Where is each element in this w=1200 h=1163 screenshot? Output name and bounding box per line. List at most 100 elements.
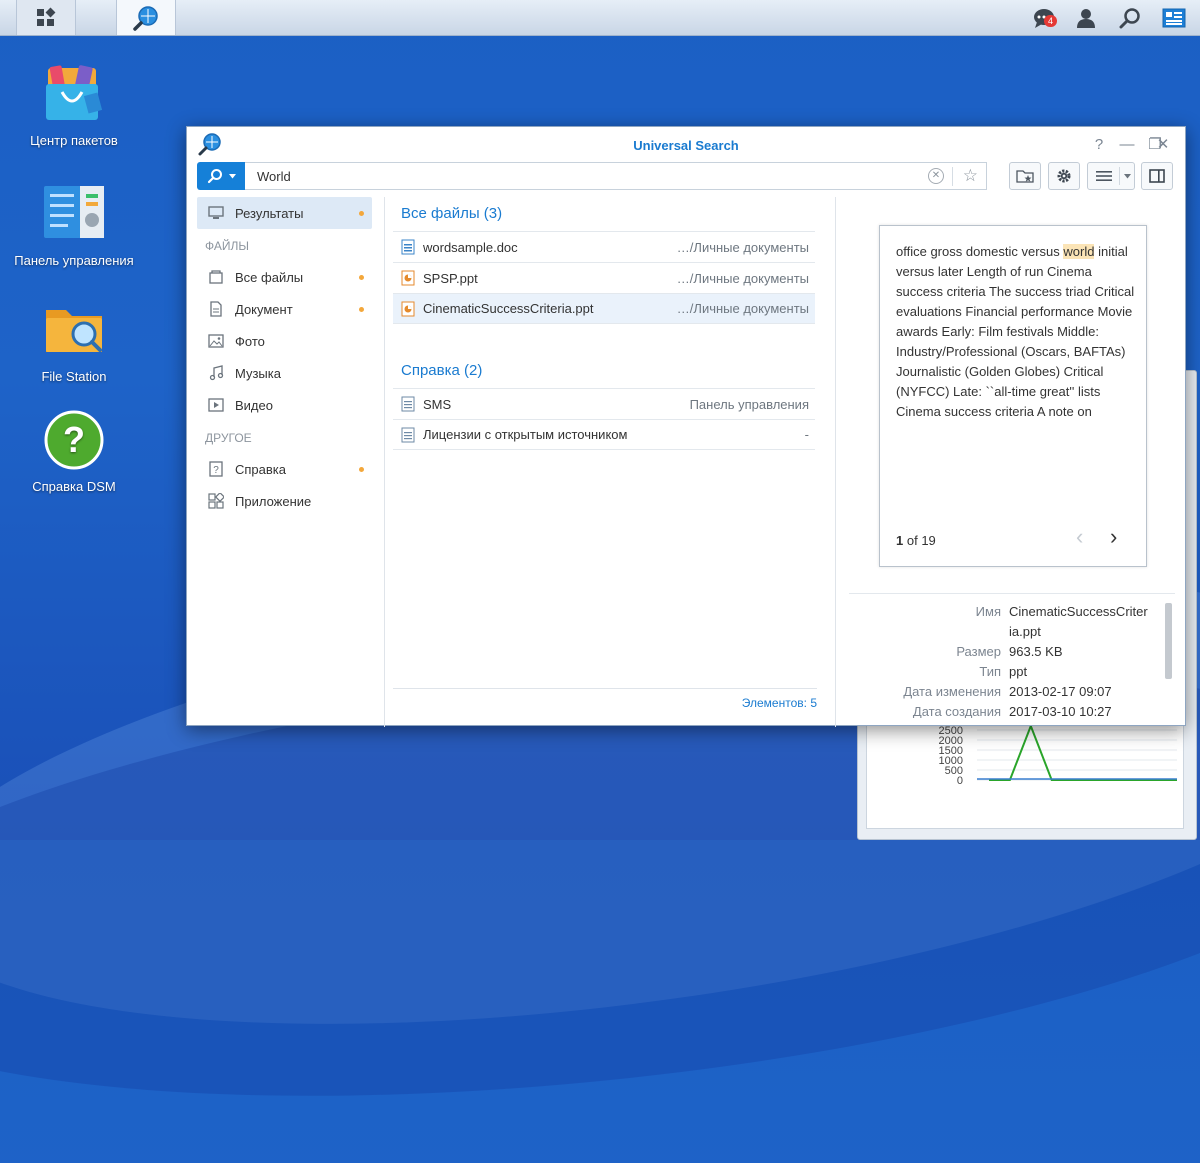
desktop-icon-package-center[interactable]: Центр пакетов — [0, 62, 148, 149]
gear-icon — [1057, 169, 1071, 183]
grid-menu-icon — [37, 7, 56, 26]
chevron-down-icon — [1124, 174, 1131, 179]
nav-label: Документ — [235, 301, 293, 317]
result-location: - — [804, 427, 809, 442]
property-row: Тип ppt — [849, 662, 1169, 682]
saved-searches-button[interactable] — [1009, 162, 1041, 190]
search-button[interactable] — [1110, 0, 1150, 35]
close-button[interactable]: ✕ — [1153, 135, 1173, 155]
result-row[interactable]: Лицензии с открытым источником - — [393, 419, 815, 450]
property-row: Размер 963.5 KB — [849, 642, 1169, 662]
user-button[interactable] — [1066, 0, 1106, 35]
main-menu-button[interactable] — [16, 0, 76, 35]
properties-scrollbar[interactable] — [1165, 603, 1172, 679]
property-value: 2013-02-17 09:07 — [1009, 684, 1112, 699]
widgets-button[interactable] — [1154, 0, 1194, 35]
widget-panel-icon — [1162, 8, 1186, 27]
minimize-button[interactable]: — — [1117, 135, 1137, 155]
nav-label: Приложение — [235, 493, 312, 509]
window-titlebar[interactable]: Universal Search ? — ❐ ✕ — [187, 127, 1185, 163]
view-menu-button[interactable] — [1087, 162, 1135, 190]
prev-page-button[interactable]: ‹ — [1076, 524, 1083, 550]
monitor-icon — [207, 204, 225, 222]
result-name: SMS — [423, 396, 452, 412]
nav-label: Фото — [235, 333, 265, 349]
help-button[interactable]: ? — [1089, 135, 1109, 155]
section-title-files[interactable]: Все файлы (3) — [393, 197, 815, 231]
property-row: Дата изменения 2013-02-17 09:07 — [849, 682, 1169, 702]
close-icon: ✕ — [1156, 136, 1170, 153]
files-icon — [207, 268, 225, 286]
nav-document[interactable]: Документ — [197, 293, 372, 325]
notifications-button[interactable]: 4 — [1024, 0, 1064, 35]
preview-text: office gross domestic versus world initi… — [896, 242, 1136, 422]
taskbar-universal-search-button[interactable] — [116, 0, 176, 35]
nav-photo[interactable]: Фото — [197, 325, 372, 357]
nav-results[interactable]: Результаты — [197, 197, 372, 229]
control-panel-icon — [44, 186, 104, 238]
property-key: Размер — [956, 644, 1001, 659]
desktop-icon-dsm-help[interactable]: ? Справка DSM — [0, 408, 148, 495]
settings-button[interactable] — [1048, 162, 1080, 190]
section-title-help[interactable]: Справка (2) — [393, 354, 815, 388]
universal-search-window: Universal Search ? — ❐ ✕ ✕ ☆ — [186, 126, 1186, 727]
toggle-preview-button[interactable] — [1141, 162, 1173, 190]
property-value: ppt — [1009, 664, 1028, 679]
new-results-dot — [359, 307, 364, 312]
property-row: Дата создания 2017-03-10 10:27 — [849, 702, 1169, 718]
result-name: SPSP.ppt — [423, 270, 478, 286]
svg-text:?: ? — [213, 465, 219, 476]
help-page-icon — [401, 396, 415, 412]
shopping-bag-icon — [46, 65, 103, 120]
user-icon — [1077, 8, 1095, 28]
nav-divider — [384, 197, 385, 727]
search-field: ✕ ☆ — [245, 162, 987, 190]
result-location: …/Личные документы — [676, 270, 809, 286]
nav-all-files[interactable]: Все файлы — [197, 261, 372, 293]
desktop-icon-label: Справка DSM — [32, 479, 116, 494]
folder-search-icon — [46, 310, 102, 352]
video-icon — [207, 396, 225, 414]
search-scope-button[interactable] — [197, 162, 245, 190]
nav-label: Все файлы — [235, 269, 304, 285]
file-results-list: wordsample.doc …/Личные документы SPSP.p… — [393, 231, 815, 324]
nav-section-files: ФАЙЛЫ — [205, 239, 249, 253]
photo-icon — [207, 332, 225, 350]
nav-help[interactable]: ? Справка — [197, 453, 372, 485]
result-name: wordsample.doc — [423, 239, 518, 255]
property-value: CinematicSuccessCriteria.ppt — [1009, 604, 1148, 639]
next-page-button[interactable]: › — [1110, 524, 1117, 550]
help-page-icon — [401, 427, 415, 442]
desktop-icon-file-station[interactable]: File Station — [0, 298, 148, 385]
property-value: 963.5 KB — [1009, 644, 1063, 659]
results-panel: Все файлы (3) wordsample.doc …/Личные до… — [393, 197, 815, 450]
ppt-file-icon — [401, 301, 415, 316]
property-key: Имя — [975, 604, 1001, 619]
result-row[interactable]: wordsample.doc …/Личные документы — [393, 231, 815, 262]
panel-layout-icon — [1149, 169, 1165, 183]
universal-search-icon — [133, 5, 158, 31]
search-toolbar: ✕ ☆ — [197, 162, 1177, 190]
properties-divider — [849, 593, 1175, 594]
property-row: Имя CinematicSuccessCriteria.ppt — [849, 602, 1169, 642]
nav-music[interactable]: Музыка — [197, 357, 372, 389]
favorite-star-icon[interactable]: ☆ — [963, 166, 978, 186]
page-current: 1 — [896, 533, 904, 548]
result-row-selected[interactable]: CinematicSuccessCriteria.ppt …/Личные до… — [393, 293, 815, 324]
widget-chart-panel: 300025002000150010005000 — [866, 711, 1184, 829]
search-input[interactable] — [245, 163, 925, 189]
new-results-dot — [359, 467, 364, 472]
chevron-down-icon — [228, 173, 236, 178]
notification-count-badge: 4 — [1044, 15, 1058, 27]
result-row[interactable]: SPSP.ppt …/Личные документы — [393, 262, 815, 293]
desktop-icon-control-panel[interactable]: Панель управления — [0, 182, 148, 269]
nav-video[interactable]: Видео — [197, 389, 372, 421]
nav-label: Музыка — [235, 365, 281, 381]
clear-search-icon[interactable]: ✕ — [928, 168, 944, 184]
taskbar: 4 — [0, 0, 1200, 36]
network-chart: 300025002000150010005000 — [939, 715, 1177, 787]
desktop-icon-label: Панель управления — [14, 253, 134, 268]
result-row[interactable]: SMS Панель управления — [393, 388, 815, 419]
file-properties: Имя CinematicSuccessCriteria.ppt Размер 96… — [849, 602, 1169, 718]
nav-application[interactable]: Приложение — [197, 485, 372, 517]
